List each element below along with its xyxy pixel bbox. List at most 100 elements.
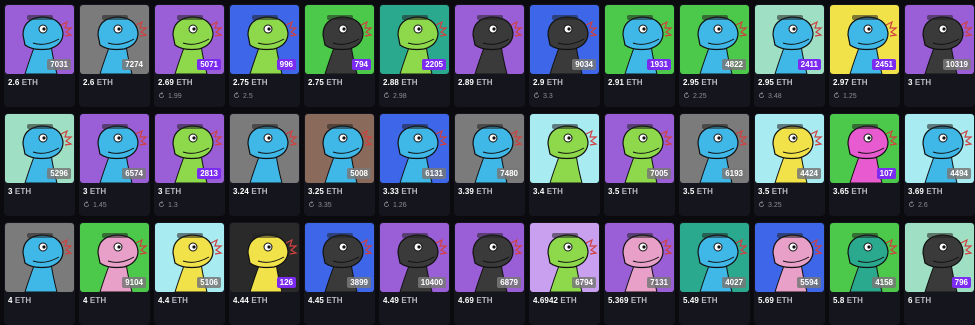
nft-image[interactable]: 4158 <box>830 223 899 292</box>
nft-image[interactable]: 5071 <box>155 5 224 74</box>
nft-image[interactable] <box>230 114 299 183</box>
price-value: 4 <box>83 296 88 305</box>
nft-card[interactable]: 4822 2.95 ETH 2.25 <box>679 4 750 107</box>
nft-image[interactable]: 10319 <box>905 5 974 74</box>
nft-image[interactable]: 4822 <box>680 5 749 74</box>
nft-image[interactable]: 6193 <box>680 114 749 183</box>
price-value: 2.97 <box>833 78 849 87</box>
nft-image[interactable]: 996 <box>230 5 299 74</box>
last-sale: 1.25 <box>833 92 857 100</box>
nft-card[interactable]: 6193 3.5 ETH <box>679 113 750 216</box>
nft-card[interactable]: 7274 2.6 ETH <box>79 4 150 107</box>
nft-image[interactable]: 7005 <box>605 114 674 183</box>
nft-card[interactable]: 5594 5.69 ETH <box>754 222 825 325</box>
price-label: 2.6 ETH <box>83 78 113 87</box>
nft-card[interactable]: 796 6 ETH <box>904 222 975 325</box>
nft-card[interactable]: 2205 2.88 ETH 2.98 <box>379 4 450 107</box>
price-label: 3 ETH <box>83 187 106 196</box>
nft-image[interactable]: 126 <box>230 223 299 292</box>
nft-image[interactable]: 7274 <box>80 5 149 74</box>
nft-card[interactable]: 4027 5.49 ETH <box>679 222 750 325</box>
price-label: 5.8 ETH <box>833 296 863 305</box>
nft-card[interactable]: 3.4 ETH <box>529 113 600 216</box>
nft-card[interactable]: 2451 2.97 ETH 1.25 <box>829 4 900 107</box>
nft-card[interactable]: 9104 4 ETH <box>79 222 150 325</box>
nft-card[interactable]: 7131 5.369 ETH <box>604 222 675 325</box>
nft-image[interactable]: 794 <box>305 5 374 74</box>
price-label: 2.95 ETH <box>683 78 718 87</box>
nft-card[interactable]: 7031 2.6 ETH <box>4 4 75 107</box>
nft-image[interactable]: 10400 <box>380 223 449 292</box>
price-value: 5.69 <box>758 296 774 305</box>
nft-image[interactable]: 7480 <box>455 114 524 183</box>
nft-image[interactable]: 6879 <box>455 223 524 292</box>
nft-card[interactable]: 794 2.75 ETH <box>304 4 375 107</box>
nft-image[interactable]: 9104 <box>80 223 149 292</box>
nft-card[interactable]: 10400 4.49 ETH <box>379 222 450 325</box>
nft-image[interactable]: 9034 <box>530 5 599 74</box>
nft-card[interactable]: 5071 2.69 ETH 1.99 <box>154 4 225 107</box>
nft-image[interactable]: 796 <box>905 223 974 292</box>
nft-card[interactable]: 4494 3.69 ETH 2.6 <box>904 113 975 216</box>
nft-card[interactable]: 4424 3.5 ETH 3.25 <box>754 113 825 216</box>
nft-card[interactable]: 9034 2.9 ETH 3.3 <box>529 4 600 107</box>
nft-card[interactable]: 4 ETH <box>4 222 75 325</box>
nft-image[interactable]: 5296 <box>5 114 74 183</box>
nft-card[interactable]: 3.24 ETH <box>229 113 300 216</box>
nft-image[interactable] <box>5 223 74 292</box>
nft-card[interactable]: 7005 3.5 ETH <box>604 113 675 216</box>
nft-card[interactable]: 5296 3 ETH <box>4 113 75 216</box>
price-value: 4.69 <box>458 296 474 305</box>
nft-card[interactable]: 6879 4.69 ETH <box>454 222 525 325</box>
nft-card[interactable]: 3899 4.45 ETH <box>304 222 375 325</box>
nft-card[interactable]: 4158 5.8 ETH <box>829 222 900 325</box>
nft-image[interactable]: 2411 <box>755 5 824 74</box>
nft-card[interactable]: 996 2.75 ETH 2.5 <box>229 4 300 107</box>
nft-card[interactable]: 2411 2.95 ETH 3.48 <box>754 4 825 107</box>
nft-image[interactable]: 2813 <box>155 114 224 183</box>
nft-card[interactable]: 126 4.44 ETH <box>229 222 300 325</box>
nft-card[interactable]: 2.89 ETH <box>454 4 525 107</box>
nft-image[interactable]: 6574 <box>80 114 149 183</box>
nft-card[interactable]: 10319 3 ETH <box>904 4 975 107</box>
price-value: 4.4 <box>158 296 170 305</box>
token-id-badge: 5296 <box>47 168 71 179</box>
currency-unit: ETH <box>696 187 714 196</box>
nft-image[interactable]: 107 <box>830 114 899 183</box>
nft-card[interactable]: 6131 3.33 ETH 1.26 <box>379 113 450 216</box>
nft-image[interactable]: 1931 <box>605 5 674 74</box>
nft-card[interactable]: 2813 3 ETH 1.3 <box>154 113 225 216</box>
nft-image[interactable]: 2451 <box>830 5 899 74</box>
currency-unit: ETH <box>164 187 182 196</box>
nft-card[interactable]: 107 3.65 ETH <box>829 113 900 216</box>
nft-image[interactable]: 5594 <box>755 223 824 292</box>
nft-card[interactable]: 7480 3.39 ETH <box>454 113 525 216</box>
nft-image[interactable]: 4494 <box>905 114 974 183</box>
last-sale: 2.6 <box>908 201 928 209</box>
currency-unit: ETH <box>546 78 564 87</box>
nft-image[interactable]: 6131 <box>380 114 449 183</box>
nft-image[interactable] <box>530 114 599 183</box>
nft-card[interactable]: 1931 2.91 ETH <box>604 4 675 107</box>
nft-image[interactable]: 7031 <box>5 5 74 74</box>
last-sale: 2.25 <box>683 92 707 100</box>
currency-unit: ETH <box>476 296 493 305</box>
nft-card[interactable]: 6574 3 ETH 1.45 <box>79 113 150 216</box>
nft-card[interactable]: 5008 3.25 ETH 3.35 <box>304 113 375 216</box>
nft-image[interactable]: 7131 <box>605 223 674 292</box>
currency-unit: ETH <box>89 187 107 196</box>
price-value: 4.6942 <box>533 296 559 305</box>
nft-card[interactable]: 6794 4.6942 ETH <box>529 222 600 325</box>
last-sale-icon <box>308 201 315 208</box>
nft-image[interactable]: 5106 <box>155 223 224 292</box>
nft-image[interactable]: 4027 <box>680 223 749 292</box>
nft-image[interactable]: 6794 <box>530 223 599 292</box>
nft-image[interactable]: 2205 <box>380 5 449 74</box>
nft-card[interactable]: 5106 4.4 ETH <box>154 222 225 325</box>
nft-image[interactable]: 3899 <box>305 223 374 292</box>
token-id-badge: 5106 <box>197 277 221 288</box>
nft-image[interactable]: 5008 <box>305 114 374 183</box>
nft-image[interactable] <box>455 5 524 74</box>
price-label: 4.6942 ETH <box>533 296 577 305</box>
nft-image[interactable]: 4424 <box>755 114 824 183</box>
